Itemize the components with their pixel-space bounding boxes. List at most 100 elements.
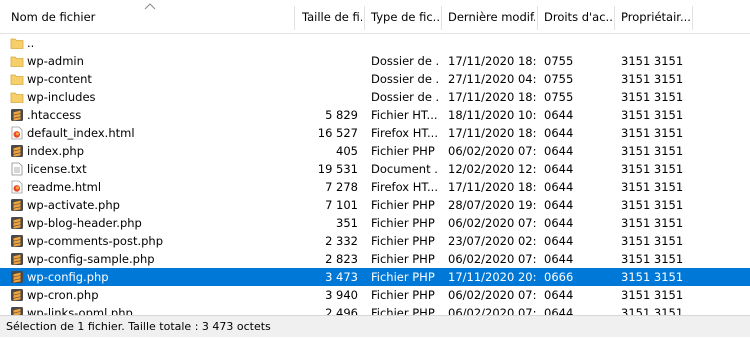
file-permissions: 0644: [544, 108, 574, 122]
sublime-file-icon: [10, 108, 24, 122]
column-divider[interactable]: [692, 6, 693, 30]
file-modified: 18/11/2020 10:...: [448, 108, 536, 122]
file-name-cell: .htaccess: [10, 106, 292, 124]
file-size: 2 496: [325, 306, 358, 315]
file-type: Fichier PHP: [371, 252, 435, 266]
file-permissions: 0644: [544, 216, 574, 230]
file-type: [371, 34, 439, 52]
firefox-html-icon: [10, 180, 24, 194]
status-bar: Sélection de 1 fichier. Taille totale : …: [0, 315, 750, 337]
file-size: [294, 52, 358, 70]
file-name: wp-cron.php: [27, 288, 99, 302]
file-row[interactable]: license.txt 19 531 Document ... 12/02/2020 …: [0, 160, 750, 178]
file-row[interactable]: wp-cron.php 3 940 Fichier PHP 06/02/2020 07…: [0, 286, 750, 304]
file-permissions: 0644: [544, 180, 574, 194]
column-header-size[interactable]: Taille de fi...: [296, 0, 362, 34]
file-size: 3 473: [325, 270, 358, 284]
file-owner: 3151 3151: [621, 54, 684, 68]
file-name: wp-links-opml.php: [27, 306, 133, 315]
file-type: Fichier PHP: [371, 306, 435, 315]
file-name-cell: wp-admin: [10, 52, 292, 70]
file-permissions: 0644: [544, 126, 574, 140]
file-type: Firefox HT...: [371, 180, 438, 194]
file-permissions: 0644: [544, 306, 574, 315]
file-permissions: 0644: [544, 288, 574, 302]
file-row[interactable]: wp-includes Dossier de ... 17/11/2020 18:.…: [0, 88, 750, 106]
file-permissions: 0644: [544, 162, 574, 176]
file-row[interactable]: readme.html 7 278 Firefox HT... 17/11/2020 …: [0, 178, 750, 196]
file-type: Fichier HT...: [371, 108, 438, 122]
file-type: Dossier de ...: [371, 54, 439, 68]
file-type: Firefox HT...: [371, 126, 438, 140]
folder-icon: [10, 54, 24, 68]
file-row[interactable]: wp-links-opml.php 2 496 Fichier PHP 06/02/2…: [0, 304, 750, 315]
file-permissions: 0666: [544, 270, 574, 284]
file-modified: 17/11/2020 20:...: [448, 270, 536, 284]
column-header-name[interactable]: Nom de fichier: [5, 0, 292, 34]
file-owner: 3151 3151: [621, 72, 684, 86]
file-row[interactable]: wp-content Dossier de ... 27/11/2020 04:..…: [0, 70, 750, 88]
file-name: wp-includes: [27, 90, 96, 104]
file-name-cell: wp-links-opml.php: [10, 304, 292, 315]
file-name: license.txt: [27, 162, 87, 176]
file-type: Dossier de ...: [371, 90, 439, 104]
file-type: Fichier PHP: [371, 144, 435, 158]
file-owner: 3151 3151: [621, 234, 684, 248]
file-modified: 23/07/2020 02:...: [448, 234, 536, 248]
file-modified: 17/11/2020 18:...: [448, 90, 536, 104]
file-modified: 06/02/2020 07:...: [448, 252, 536, 266]
file-row[interactable]: index.php 405 Fichier PHP 06/02/2020 07:...…: [0, 142, 750, 160]
sublime-file-icon: [10, 234, 24, 248]
file-row-selected[interactable]: wp-config.php 3 473 Fichier PHP 17/11/2020 …: [0, 268, 750, 286]
column-divider[interactable]: [294, 6, 295, 30]
file-permissions: [544, 34, 616, 52]
column-header-owner[interactable]: Propriétair...: [615, 0, 691, 34]
file-name-cell: license.txt: [10, 160, 292, 178]
file-modified: 28/07/2020 19:...: [448, 198, 536, 212]
file-name-cell: readme.html: [10, 178, 292, 196]
file-type: Fichier PHP: [371, 198, 435, 212]
file-size: 7 278: [325, 180, 358, 194]
file-modified: 06/02/2020 07:...: [448, 144, 536, 158]
file-owner: 3151 3151: [621, 144, 684, 158]
file-row[interactable]: wp-admin Dossier de ... 17/11/2020 18:... 0…: [0, 52, 750, 70]
file-name-cell: wp-cron.php: [10, 286, 292, 304]
column-header-type[interactable]: Type de fic...: [365, 0, 439, 34]
file-modified: 06/02/2020 07:...: [448, 216, 536, 230]
file-list: .. wp-admin Dossier de ... 17/11/2020 18:..…: [0, 34, 750, 315]
file-type: Fichier PHP: [371, 288, 435, 302]
file-name: default_index.html: [27, 126, 135, 140]
file-name: wp-comments-post.php: [27, 234, 164, 248]
file-row[interactable]: wp-comments-post.php 2 332 Fichier PHP 23/0…: [0, 232, 750, 250]
file-type: Fichier PHP: [371, 234, 435, 248]
file-name: readme.html: [27, 180, 102, 194]
file-owner: 3151 3151: [621, 216, 684, 230]
file-name-cell: wp-blog-header.php: [10, 214, 292, 232]
file-name: ..: [27, 36, 35, 50]
file-row[interactable]: ..: [0, 34, 750, 52]
file-row[interactable]: wp-activate.php 7 101 Fichier PHP 28/07/202…: [0, 196, 750, 214]
file-row[interactable]: .htaccess 5 829 Fichier HT... 18/11/2020 10…: [0, 106, 750, 124]
file-row[interactable]: wp-blog-header.php 351 Fichier PHP 06/02/20…: [0, 214, 750, 232]
file-name-cell: ..: [10, 34, 292, 52]
file-name-cell: wp-config-sample.php: [10, 250, 292, 268]
file-size: 351: [336, 216, 358, 230]
file-permissions: 0644: [544, 144, 574, 158]
column-header-permissions[interactable]: Droits d'ac...: [538, 0, 613, 34]
file-owner: 3151 3151: [621, 198, 684, 212]
file-owner: 3151 3151: [621, 306, 684, 315]
file-row[interactable]: default_index.html 16 527 Firefox HT... 17/…: [0, 124, 750, 142]
file-row[interactable]: wp-config-sample.php 2 823 Fichier PHP 06/0…: [0, 250, 750, 268]
file-size: 3 940: [325, 288, 358, 302]
sublime-file-icon: [10, 252, 24, 266]
file-owner: 3151 3151: [621, 126, 684, 140]
folder-icon: [10, 72, 24, 86]
file-type: Fichier PHP: [371, 216, 435, 230]
file-modified: 06/02/2020 07:...: [448, 306, 536, 315]
file-owner: 3151 3151: [621, 270, 684, 284]
column-header-row: Nom de fichier Taille de fi... Type de f…: [0, 0, 750, 34]
file-size: 2 823: [325, 252, 358, 266]
file-permissions: 0755: [544, 90, 574, 104]
column-header-modified[interactable]: Dernière modif...: [442, 0, 535, 34]
file-name-cell: wp-content: [10, 70, 292, 88]
